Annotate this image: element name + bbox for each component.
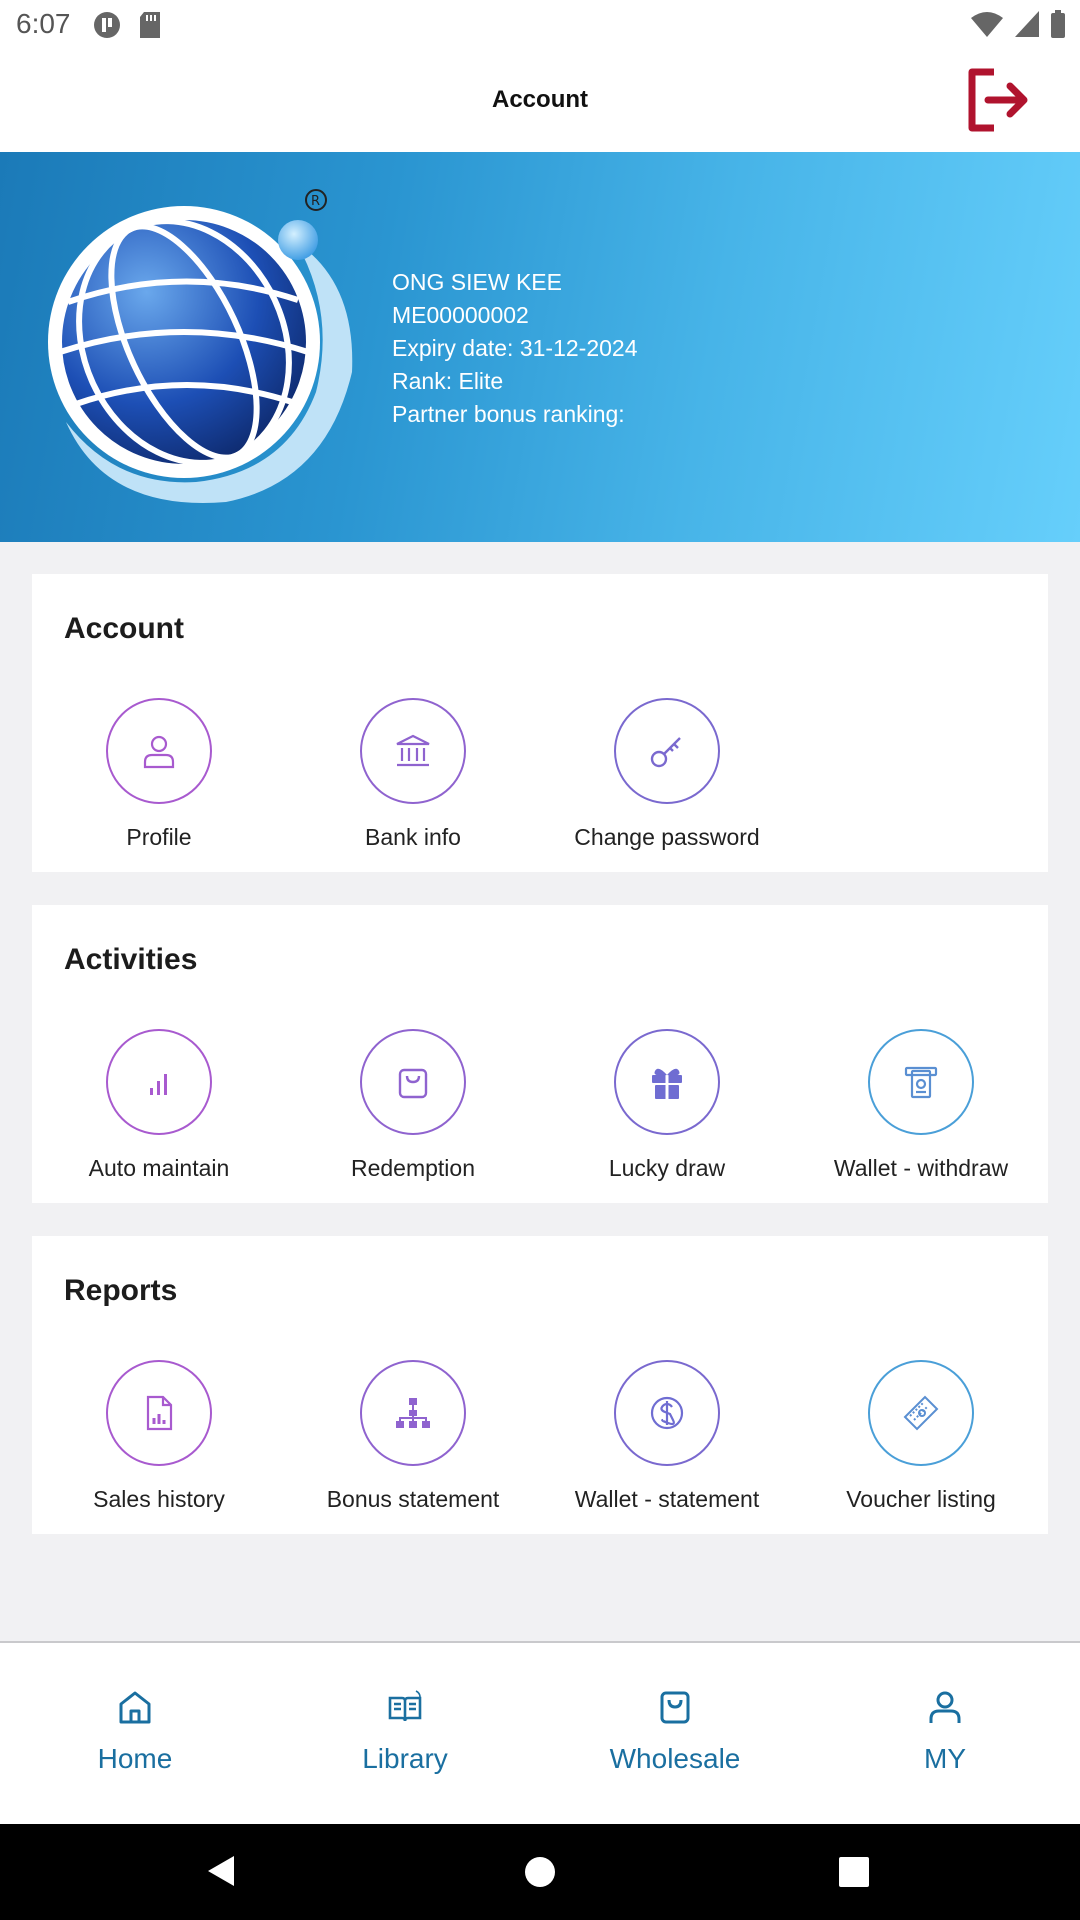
bonus-statement-button[interactable]: Bonus statement [286,1360,540,1513]
svg-text:R: R [311,194,320,209]
shopping-bag-icon [660,1691,690,1724]
back-icon[interactable] [206,1854,236,1888]
home-circle-icon[interactable] [524,1856,556,1888]
person-icon [143,735,175,769]
member-banner: R ONG SIEW KEE ME00000002 Expiry date: 3… [0,152,1080,542]
profile-label: Profile [126,824,192,850]
key-icon [650,737,681,768]
nav-library[interactable]: Library [270,1643,540,1826]
wallet-statement-label: Wallet - statement [574,1486,760,1512]
report-icon [146,1395,173,1431]
reports-section-title: Reports [64,1274,178,1307]
company-logo-globe: R [48,189,353,503]
sd-card-icon [140,12,160,38]
redemption-label: Redemption [350,1155,476,1181]
dollar-icon [650,1396,684,1430]
shopping-bag-icon [398,1068,428,1099]
logout-icon [968,68,1028,132]
wallet-withdraw-label: Wallet - withdraw [833,1155,1009,1181]
nav-my-label: MY [924,1743,966,1774]
status-bar: 6:07 [0,0,1080,50]
member-rank: Rank: Elite [392,368,504,394]
library-book-icon [388,1690,422,1722]
activities-section: Activities Auto maintain Redemption Luck… [32,905,1048,1203]
account-section: Account Profile Bank info Change passwor… [32,574,1048,872]
change-password-button[interactable]: Change password [540,698,794,851]
voucher-listing-button[interactable]: Voucher listing [794,1360,1048,1513]
redemption-button[interactable]: Redemption [286,1029,540,1182]
bar-chart-icon [150,1074,167,1095]
signal-icon [1015,11,1039,37]
page-title: Account [492,86,588,113]
member-name: ONG SIEW KEE [392,269,562,295]
lucky-draw-button[interactable]: Lucky draw [540,1029,794,1182]
member-partner-bonus: Partner bonus ranking: [392,401,625,427]
member-info: ONG SIEW KEE ME00000002 Expiry date: 31-… [392,266,638,431]
bottom-navigation: Home Library Wholesale MY [0,1641,1080,1826]
hierarchy-icon [396,1398,430,1428]
nav-home-label: Home [97,1743,173,1774]
status-time: 6:07 [16,8,71,39]
nav-my[interactable]: MY [810,1643,1080,1826]
member-expiry: Expiry date: 31-12-2024 [392,335,638,361]
auto-maintain-button[interactable]: Auto maintain [32,1029,286,1182]
app-notification-icon [94,12,120,38]
nav-wholesale-label: Wholesale [609,1743,741,1774]
system-nav-bar [0,1824,1080,1920]
account-section-title: Account [64,612,184,645]
bonus-statement-label: Bonus statement [326,1486,500,1512]
reports-section: Reports Sales history Bonus statement Wa… [32,1236,1048,1534]
lucky-draw-label: Lucky draw [608,1155,726,1181]
recents-square-icon[interactable] [838,1856,870,1888]
nav-home[interactable]: Home [0,1643,270,1826]
home-icon [119,1691,151,1724]
wallet-statement-button[interactable]: Wallet - statement [540,1360,794,1513]
wifi-icon [971,12,1003,37]
app-bar: Account [0,50,1080,152]
change-password-label: Change password [574,824,760,850]
member-id: ME00000002 [392,302,529,328]
bank-info-button[interactable]: Bank info [286,698,540,851]
battery-icon [1051,10,1065,38]
withdraw-icon [904,1066,938,1099]
voucher-icon [903,1395,939,1431]
wallet-withdraw-button[interactable]: Wallet - withdraw [794,1029,1048,1182]
logout-button[interactable] [962,66,1030,134]
sales-history-button[interactable]: Sales history [32,1360,286,1513]
auto-maintain-label: Auto maintain [88,1155,230,1181]
bank-icon [396,734,430,767]
profile-button[interactable]: Profile [32,698,286,851]
gift-icon [652,1068,682,1099]
sales-history-label: Sales history [93,1486,225,1512]
nav-library-label: Library [362,1743,448,1774]
activities-section-title: Activities [64,943,198,976]
voucher-listing-label: Voucher listing [846,1486,996,1512]
bank-info-label: Bank info [365,824,461,850]
nav-wholesale[interactable]: Wholesale [540,1643,810,1826]
person-icon [929,1691,961,1723]
